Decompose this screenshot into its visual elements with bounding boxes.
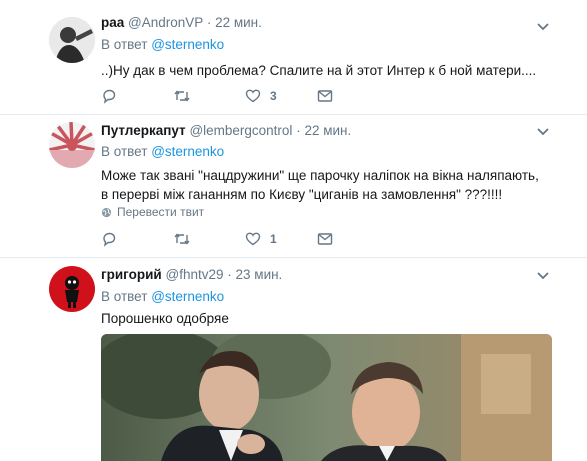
separator: · [227,267,232,282]
tweet[interactable]: Путлеркапут @lembergcontrol · 22 мин. В … [0,115,587,258]
tweet-header: Путлеркапут @lembergcontrol · 22 мин. [101,123,351,138]
avatar[interactable] [49,266,95,312]
reply-context: В ответ @sternenko [101,289,224,304]
handle[interactable]: @fhntv29 [165,267,223,282]
chevron-down-icon[interactable] [536,271,550,281]
like-button[interactable]: 1 [245,229,277,249]
reply-prefix: В ответ [101,289,148,304]
timestamp[interactable]: 22 мин. [215,15,262,30]
reply-icon [103,232,116,247]
like-icon [245,89,261,103]
translate-link[interactable]: Перевести твит [101,205,204,219]
like-count: 3 [270,89,277,103]
retweet-icon [174,233,190,245]
separator: · [296,123,301,138]
direct-message-button[interactable] [317,86,333,106]
avatar[interactable] [49,17,95,63]
reply-prefix: В ответ [101,37,148,52]
retweet-button[interactable] [173,86,191,106]
reply-mention[interactable]: @sternenko [151,37,224,52]
like-count: 1 [270,232,277,246]
like-button[interactable]: 3 [245,86,277,106]
handle[interactable]: @AndronVP [128,15,203,30]
display-name[interactable]: григорий [101,267,162,282]
retweet-button[interactable] [173,229,191,249]
display-name[interactable]: Путлеркапут [101,123,186,138]
tweet-header: раа @AndronVP · 22 мин. [101,15,262,30]
tweet-photo[interactable] [101,334,552,461]
tweet-text: Порошенко одобряе [101,311,229,326]
translate-label[interactable]: Перевести твит [117,205,204,219]
reply-context: В ответ @sternenko [101,144,224,159]
reply-icon [103,89,116,104]
reply-mention[interactable]: @sternenko [151,144,224,159]
chevron-down-icon[interactable] [536,22,550,32]
tweet-text: ..)Ну дак в чем проблема? Спалите на й э… [101,63,537,78]
handle[interactable]: @lembergcontrol [189,123,292,138]
avatar[interactable] [49,122,95,168]
like-icon [245,232,261,246]
tweet-text: Може так звані "нацдружини" ще парочку н… [101,168,539,202]
direct-message-button[interactable] [317,229,333,249]
globe-icon [101,207,112,217]
tweet-actions: 1 [101,229,341,249]
reply-button[interactable] [101,86,117,106]
chevron-down-icon[interactable] [536,127,550,137]
reply-prefix: В ответ [101,144,148,159]
timestamp[interactable]: 23 мин. [236,267,283,282]
tweet-header: григорий @fhntv29 · 23 мин. [101,267,282,282]
reply-context: В ответ @sternenko [101,37,224,52]
reply-button[interactable] [101,229,117,249]
retweet-icon [174,90,190,102]
direct-message-icon [317,90,333,102]
reply-mention[interactable]: @sternenko [151,289,224,304]
separator: · [206,15,212,30]
tweet-actions: 3 [101,86,341,106]
timestamp[interactable]: 22 мин. [304,123,351,138]
direct-message-icon [317,233,333,245]
display-name[interactable]: раа [101,15,124,30]
tweet[interactable]: раа @AndronVP · 22 мин. В ответ @sternen… [0,0,587,115]
